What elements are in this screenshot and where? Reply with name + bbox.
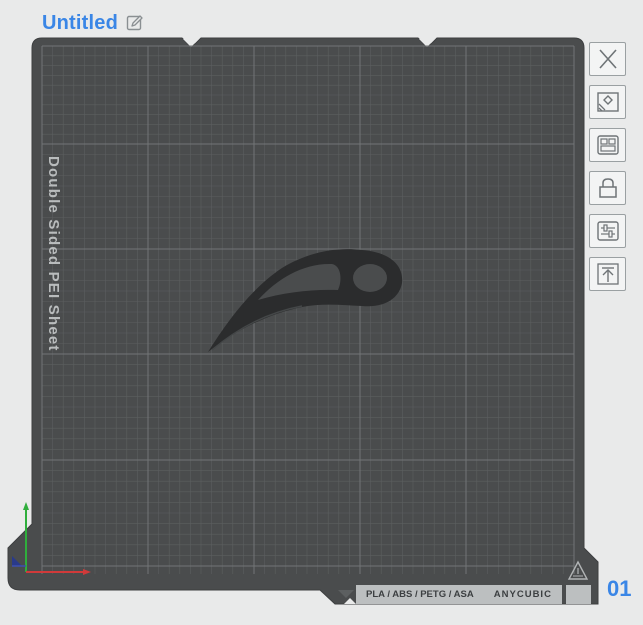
- plate-settings-icon: [596, 135, 619, 155]
- close-icon: [598, 49, 617, 69]
- lock-button[interactable]: [589, 171, 626, 205]
- plate-settings-button[interactable]: [589, 128, 626, 162]
- export-button[interactable]: [589, 257, 626, 291]
- bed-corner-tab: [566, 585, 591, 604]
- plate-toolbar: [589, 42, 626, 291]
- sliders-icon: [596, 221, 619, 241]
- build-plate-canvas[interactable]: [0, 0, 643, 625]
- brand-label: ANYCUBIC: [493, 589, 552, 600]
- build-plate[interactable]: Double Sided PEI Sheet PLA / ABS / PETG …: [0, 0, 643, 625]
- adjust-button[interactable]: [589, 214, 626, 248]
- lock-icon: [598, 178, 617, 198]
- material-label-plate: PLA / ABS / PETG / ASA ANYCUBIC: [356, 585, 562, 604]
- sheet-label: Double Sided PEI Sheet: [45, 156, 62, 352]
- material-label: PLA / ABS / PETG / ASA: [366, 589, 474, 600]
- auto-arrange-button[interactable]: [589, 85, 626, 119]
- auto-arrange-icon: [596, 92, 619, 112]
- close-button[interactable]: [589, 42, 626, 76]
- plate-number[interactable]: 01: [607, 576, 631, 602]
- export-icon: [596, 263, 619, 285]
